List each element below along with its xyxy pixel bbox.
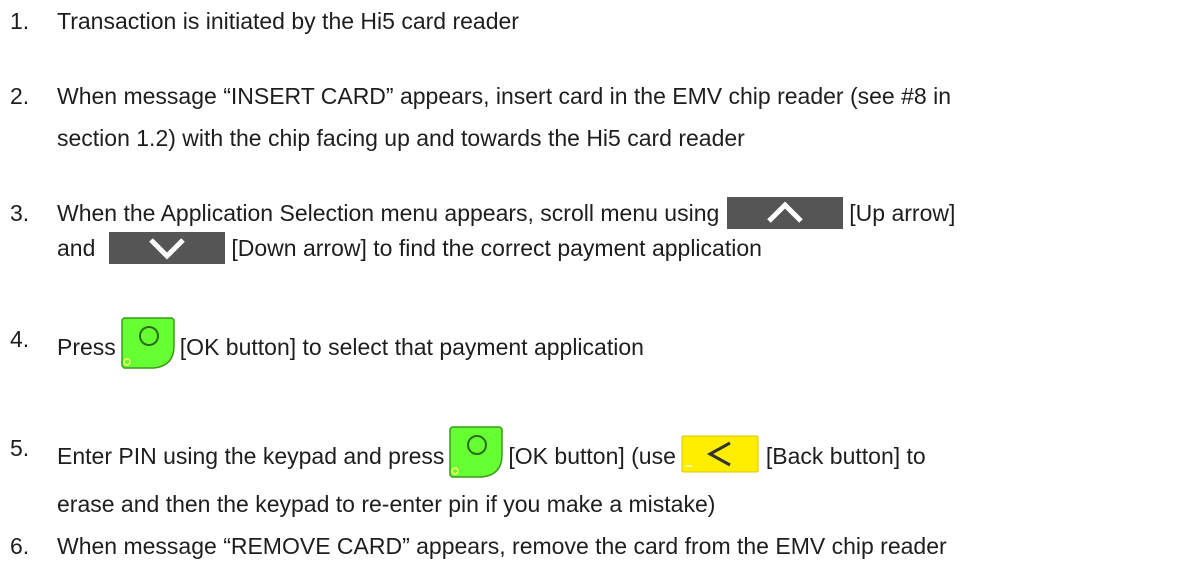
ok-button-icon	[120, 316, 176, 370]
back-button-icon	[680, 434, 760, 474]
step-text: Transaction is initiated by the Hi5 card…	[57, 8, 519, 34]
step-number: 5.	[10, 435, 30, 461]
step-text: When message “REMOVE CARD” appears, remo…	[57, 533, 947, 559]
down-arrow-key-icon	[109, 231, 226, 264]
step-number: 6.	[10, 533, 30, 559]
step-number: 4.	[10, 326, 30, 352]
step-text: Press [OK button] to select that payment …	[57, 317, 1197, 376]
step-text: When message “INSERT CARD” appears, inse…	[57, 83, 951, 151]
step-number: 3.	[10, 200, 30, 226]
ok-button-icon	[448, 425, 504, 479]
step-text: When the Application Selection menu appe…	[57, 196, 1197, 266]
step-number: 2.	[10, 83, 30, 109]
step-text: Enter PIN using the keypad and press [OK …	[57, 426, 1197, 521]
up-arrow-key-icon	[727, 196, 844, 229]
step-number: 1.	[10, 8, 30, 34]
